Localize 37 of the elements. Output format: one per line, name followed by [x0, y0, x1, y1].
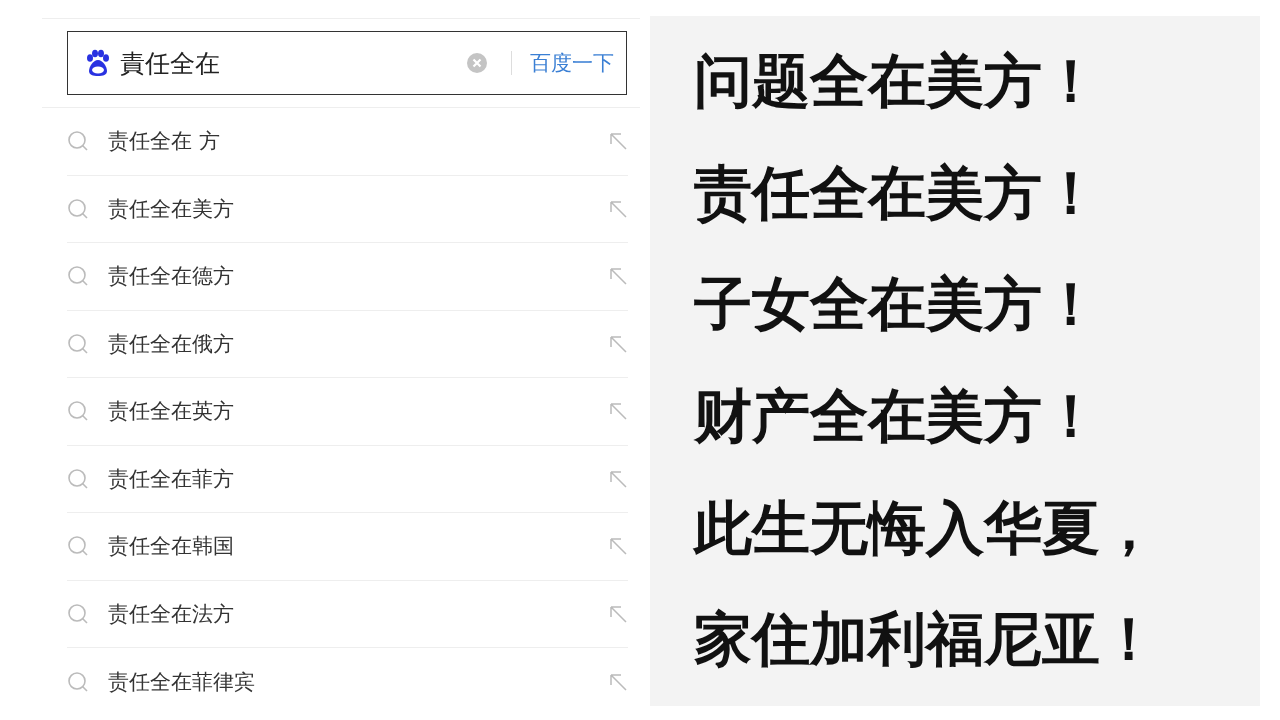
arrow-icon[interactable]: [608, 468, 628, 489]
suggestion-item[interactable]: 责任全在德方: [108, 262, 608, 291]
suggestion-item[interactable]: 责任全在 方: [108, 127, 608, 156]
poster-line: 子女全在美方！: [694, 273, 1101, 338]
arrow-icon[interactable]: [608, 536, 628, 557]
arrow-icon[interactable]: [608, 333, 628, 354]
poster-line: 此生无悔入华夏，: [694, 496, 1159, 561]
search-icon: [67, 670, 89, 693]
suggestion-item[interactable]: 责任全在菲律宾: [108, 667, 608, 696]
suggestion-item[interactable]: 责任全在法方: [108, 599, 608, 628]
arrow-icon[interactable]: [608, 131, 628, 152]
search-icon: [67, 602, 89, 625]
search-button[interactable]: 百度一下: [530, 49, 614, 77]
suggestion-item[interactable]: 责任全在美方: [108, 194, 608, 223]
arrow-icon[interactable]: [608, 266, 628, 287]
poster-line: 问题全在美方！: [694, 49, 1101, 114]
search-icon: [67, 130, 89, 153]
suggestion-item[interactable]: 责任全在菲方: [108, 464, 608, 493]
search-icon: [67, 332, 89, 355]
arrow-icon[interactable]: [608, 603, 628, 624]
arrow-icon[interactable]: [608, 401, 628, 422]
suggestion-item[interactable]: 责任全在俄方: [108, 329, 608, 358]
paw-logo-icon: [84, 49, 112, 77]
clear-icon[interactable]: [467, 53, 487, 73]
suggestion-item[interactable]: 责任全在英方: [108, 397, 608, 426]
search-icon: [67, 535, 89, 558]
poster-line: 家住加利福尼亚！: [694, 608, 1159, 672]
suggestion-item[interactable]: 责任全在韩国: [108, 532, 608, 561]
search-icon: [67, 400, 89, 423]
search-icon: [67, 265, 89, 288]
arrow-icon[interactable]: [608, 671, 628, 692]
search-icon: [67, 467, 89, 490]
search-field[interactable]: 責任全在 百度一下: [67, 31, 627, 95]
arrow-icon[interactable]: [608, 198, 628, 219]
search-icon: [67, 197, 89, 220]
poster-line: 财产全在美方！: [694, 384, 1101, 449]
poster-line: 责任全在美方！: [694, 161, 1101, 226]
